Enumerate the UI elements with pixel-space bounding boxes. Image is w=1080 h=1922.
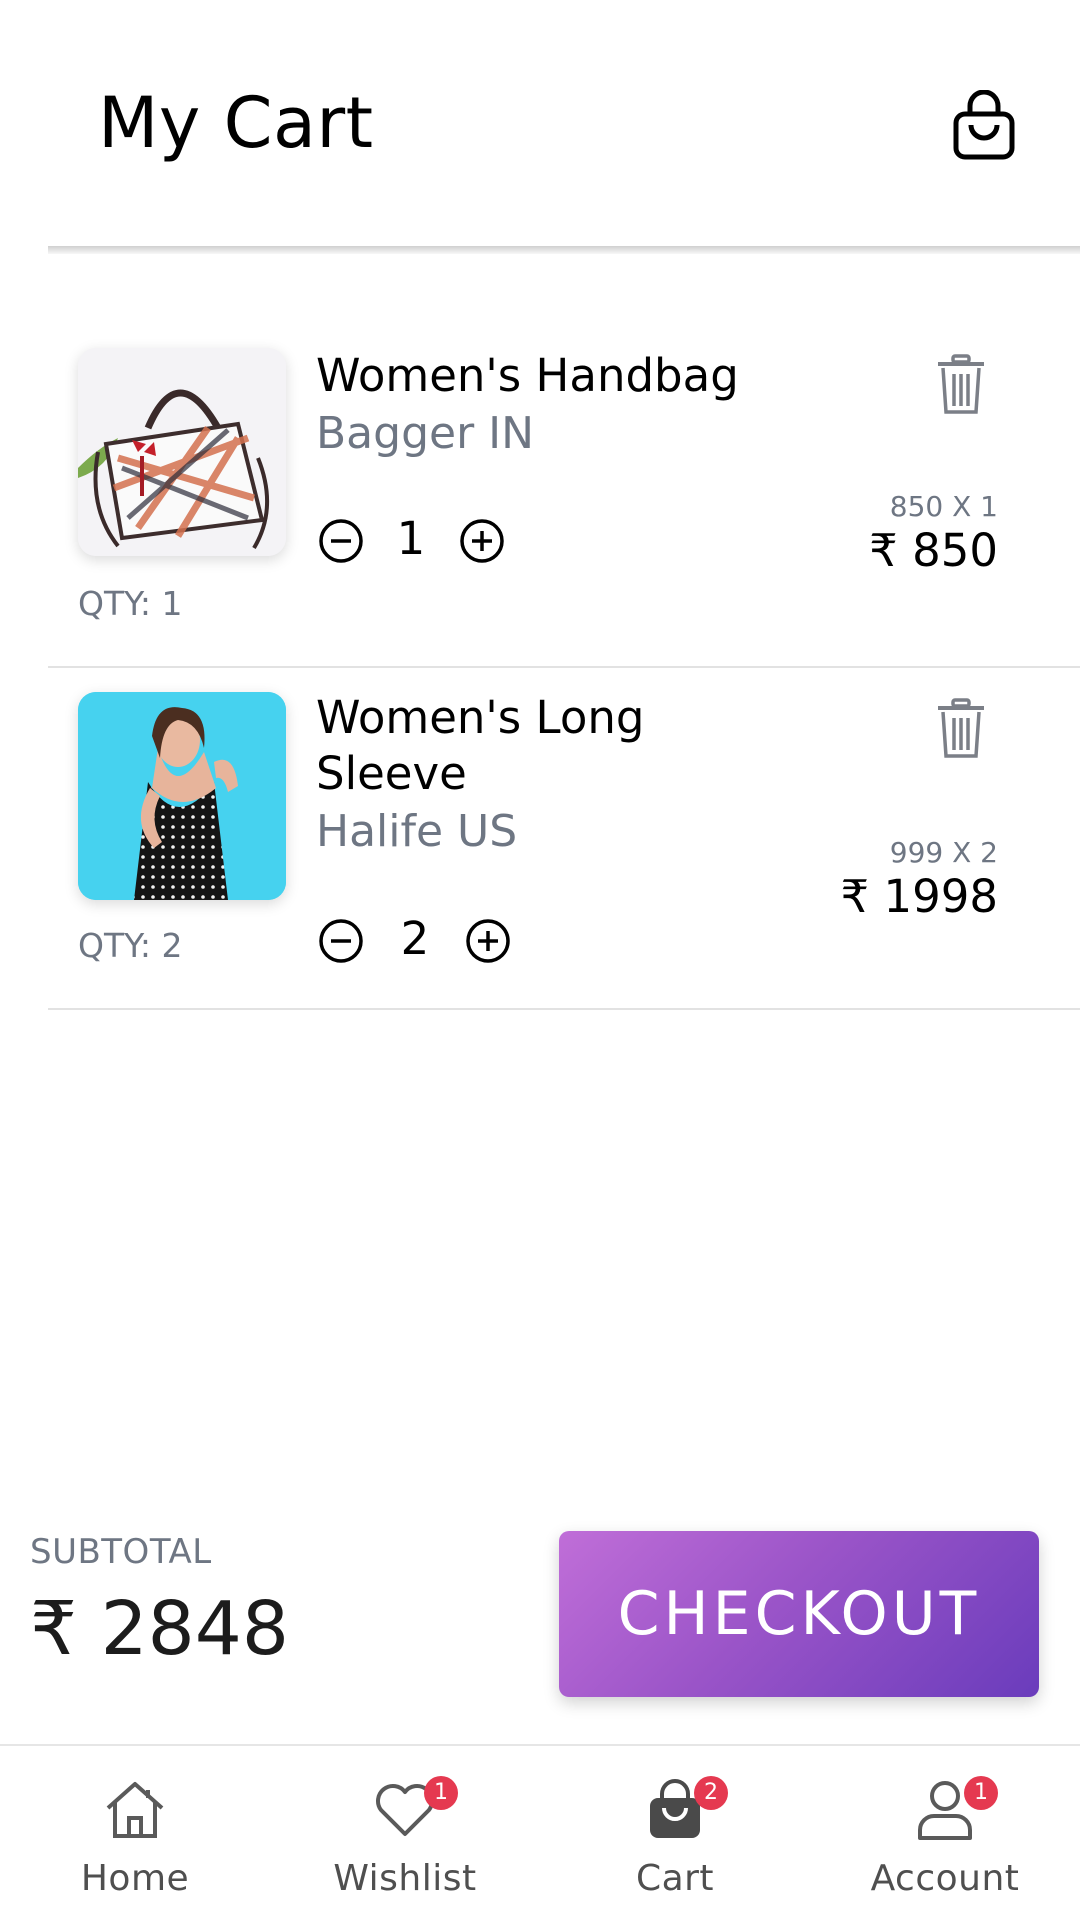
header-divider (48, 246, 1080, 254)
subtotal-value: ₹ 2848 (30, 1586, 289, 1672)
shopping-bag-icon[interactable] (953, 90, 1015, 160)
product-name[interactable]: Women's Long Sleeve (316, 690, 766, 802)
quantity-value: 1 (396, 512, 426, 565)
delete-icon[interactable] (936, 354, 986, 416)
nav-item-wishlist[interactable]: 1 Wishlist (270, 1746, 540, 1922)
app-header: My Cart (0, 0, 1080, 250)
product-brand: Halife US (316, 806, 518, 857)
quantity-label: QTY: 1 (78, 584, 183, 623)
nav-label: Wishlist (333, 1858, 477, 1899)
line-total: ₹ 850 (869, 524, 998, 577)
nav-label: Home (80, 1858, 190, 1899)
wishlist-badge: 1 (424, 1776, 458, 1810)
nav-item-cart[interactable]: 2 Cart (540, 1746, 810, 1922)
nav-item-account[interactable]: 1 Account (810, 1746, 1080, 1922)
line-total: ₹ 1998 (840, 870, 998, 923)
product-name[interactable]: Women's Handbag (316, 348, 766, 404)
bottom-navigation: Home 1 Wishlist 2 Cart 1 Account (0, 1744, 1080, 1922)
decrease-quantity-button[interactable] (318, 918, 364, 964)
unit-price-calculation: 999 X 2 (889, 836, 998, 869)
product-image-dress[interactable] (78, 692, 286, 900)
delete-icon[interactable] (936, 698, 986, 760)
nav-item-home[interactable]: Home (0, 1746, 270, 1922)
account-badge: 1 (964, 1776, 998, 1810)
checkout-button[interactable]: CHECKOUT (559, 1531, 1039, 1697)
quantity-value: 2 (400, 912, 430, 965)
quantity-label: QTY: 2 (78, 926, 183, 965)
cart-badge: 2 (694, 1776, 728, 1810)
nav-label: Cart (635, 1858, 715, 1899)
increase-quantity-button[interactable] (465, 918, 511, 964)
item-divider (48, 1008, 1080, 1010)
subtotal-label: SUBTOTAL (30, 1532, 212, 1572)
nav-label: Account (870, 1858, 1020, 1899)
unit-price-calculation: 850 X 1 (889, 490, 998, 523)
increase-quantity-button[interactable] (459, 518, 505, 564)
item-divider (48, 666, 1080, 668)
home-icon (106, 1782, 164, 1838)
page-title: My Cart (98, 82, 374, 164)
product-image-handbag[interactable] (78, 348, 286, 556)
decrease-quantity-button[interactable] (318, 518, 364, 564)
product-brand: Bagger IN (316, 408, 535, 459)
